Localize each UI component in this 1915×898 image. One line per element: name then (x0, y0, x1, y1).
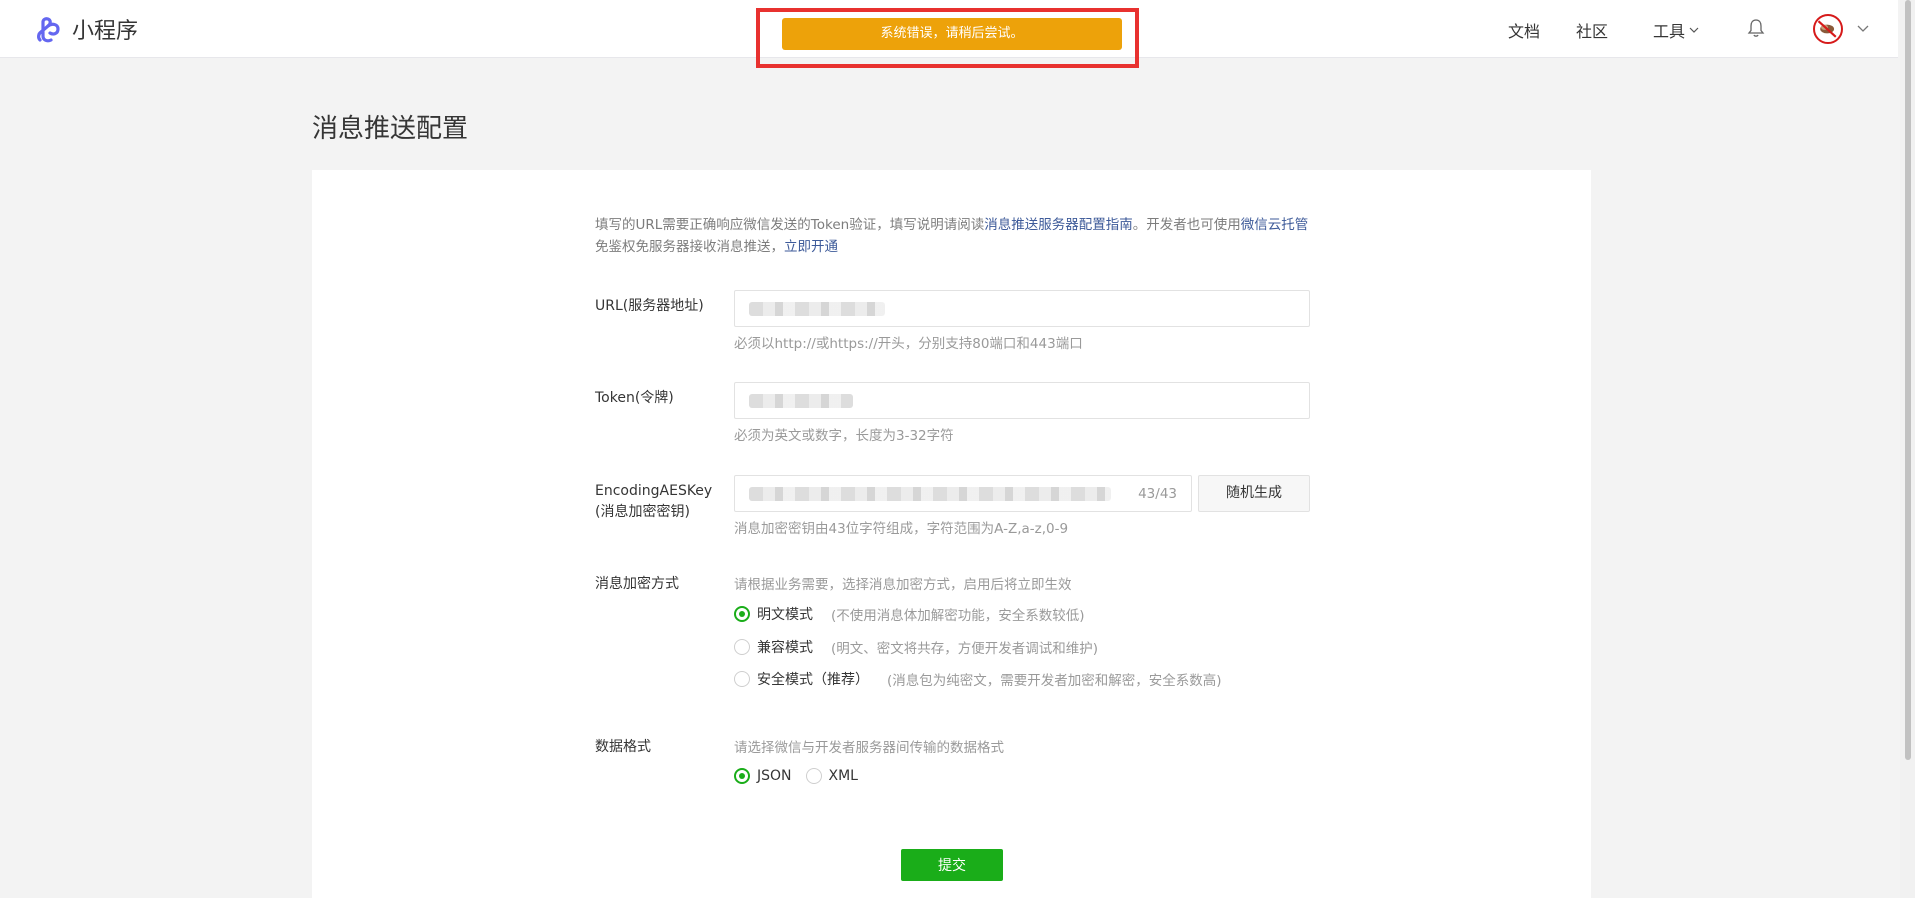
token-tip: 必须为英文或数字，长度为3-32字符 (734, 428, 954, 444)
page-title: 消息推送配置 (312, 114, 469, 144)
aes-key-tip: 消息加密密钥由43位字符组成，字符范围为A-Z,a-z,0-9 (734, 521, 1069, 537)
token-value-redacted (749, 394, 853, 408)
url-input[interactable] (734, 290, 1310, 327)
data-format-options: JSON XML (734, 768, 858, 784)
encryption-option-label: 明文模式 (757, 607, 813, 623)
aes-key-value-redacted (749, 487, 1111, 501)
app-name: 小程序 (72, 19, 139, 44)
encryption-label: 消息加密方式 (595, 576, 679, 592)
encryption-option-desc: (消息包为纯密文，需要开发者加密和解密，安全系数高) (887, 673, 1222, 689)
radio-button[interactable] (734, 768, 750, 784)
token-label: Token(令牌) (595, 390, 674, 406)
aes-key-label: EncodingAESKey (消息加密密钥) (595, 481, 712, 523)
account-chevron-down-icon[interactable] (1857, 25, 1869, 33)
intro-text-3: 免鉴权免服务器接收消息推送， (595, 239, 784, 255)
intro-text-2: 。开发者也可使用 (1132, 217, 1241, 233)
url-value-redacted (749, 302, 885, 316)
intro-text: 填写的URL需要正确响应微信发送的Token验证，填写说明请阅读消息推送服务器配… (595, 214, 1315, 258)
encryption-option-label: 安全模式（推荐） (757, 672, 869, 688)
mini-program-logo-icon (37, 17, 60, 43)
nav-tools-label: 工具 (1653, 22, 1686, 41)
error-toast: 系统错误，请稍后尝试。 (782, 18, 1122, 50)
data-format-json-label[interactable]: JSON (757, 768, 792, 784)
aes-key-label-line1: EncodingAESKey (595, 483, 713, 499)
chevron-down-icon (1689, 27, 1699, 33)
logo[interactable]: 小程序 (34, 13, 138, 45)
encryption-option-desc: (明文、密文将共存，方便开发者调试和维护) (831, 641, 1099, 657)
encryption-option-desc: (不使用消息体加解密功能，安全系数较低) (831, 608, 1085, 624)
scrollbar-thumb[interactable] (1905, 0, 1911, 760)
avatar[interactable] (1813, 14, 1843, 44)
submit-button[interactable]: 提交 (901, 849, 1003, 881)
aes-key-label-line2: (消息加密密钥) (595, 504, 690, 520)
cloud-hosting-link[interactable]: 微信云托管 (1241, 217, 1309, 233)
token-input[interactable] (734, 382, 1310, 419)
radio-button[interactable] (805, 768, 822, 784)
radio-button[interactable] (734, 639, 750, 655)
random-generate-button[interactable]: 随机生成 (1198, 475, 1310, 512)
encryption-tip: 请根据业务需要，选择消息加密方式，启用后将立即生效 (734, 577, 1072, 593)
activate-now-link[interactable]: 立即开通 (784, 239, 838, 255)
aes-key-input[interactable]: 43/43 (734, 475, 1192, 512)
data-format-xml-label[interactable]: XML (829, 768, 858, 784)
encryption-option-plaintext[interactable]: 明文模式 (不使用消息体加解密功能，安全系数较低) (734, 604, 1085, 624)
encryption-option-compatible[interactable]: 兼容模式 (明文、密文将共存，方便开发者调试和维护) (734, 637, 1098, 657)
url-label: URL(服务器地址) (595, 298, 704, 314)
encryption-option-label: 兼容模式 (757, 640, 813, 656)
encryption-option-secure[interactable]: 安全模式（推荐） (消息包为纯密文，需要开发者加密和解密，安全系数高) (734, 669, 1222, 689)
nav-docs-link[interactable]: 文档 (1508, 18, 1540, 42)
aes-key-counter: 43/43 (1138, 486, 1177, 502)
avatar-image (1817, 20, 1837, 38)
nav-community-link[interactable]: 社区 (1576, 18, 1608, 42)
data-format-label: 数据格式 (595, 739, 651, 755)
url-tip: 必须以http://或https://开头，分别支持80端口和443端口 (734, 336, 1083, 352)
radio-button[interactable] (734, 671, 750, 687)
nav-tools-menu[interactable]: 工具 (1653, 18, 1699, 42)
intro-text-1: 填写的URL需要正确响应微信发送的Token验证，填写说明请阅读 (595, 217, 985, 233)
radio-button[interactable] (734, 606, 750, 622)
data-format-tip: 请选择微信与开发者服务器间传输的数据格式 (734, 740, 1004, 756)
config-guide-link[interactable]: 消息推送服务器配置指南 (984, 217, 1133, 233)
bell-icon[interactable] (1747, 18, 1765, 38)
